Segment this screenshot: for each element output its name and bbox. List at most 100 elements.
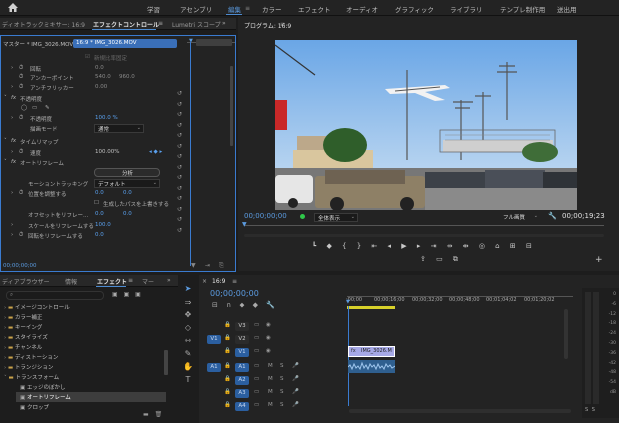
tab-effects[interactable]: エフェクト xyxy=(97,277,127,286)
panel-menu-icon[interactable]: ≡ xyxy=(158,20,163,27)
rotation-value[interactable]: 0.0 xyxy=(95,65,104,71)
razor-tool-icon[interactable]: ◇ xyxy=(182,323,194,335)
expand-icon[interactable]: › xyxy=(11,84,13,90)
motion-tracking-dropdown[interactable]: デフォルト ⌄ xyxy=(94,179,160,188)
position-y-value[interactable]: 0.0 xyxy=(123,190,132,196)
workspace-tab-edit[interactable]: 編集 xyxy=(228,4,241,14)
timeline-timecode[interactable]: 00;00;00;00 xyxy=(210,289,259,298)
track-v1[interactable]: 🔒 V1 ▭ ◉ xyxy=(204,348,346,359)
expand-icon[interactable]: › xyxy=(11,232,13,238)
stopwatch-icon[interactable]: ⏱ xyxy=(19,84,23,91)
video-clip[interactable]: fx IMG_3026.M xyxy=(348,346,395,357)
filter-icon[interactable]: ▼ xyxy=(191,262,196,269)
fx-icon[interactable]: fx xyxy=(11,95,16,101)
new-bin-icon[interactable]: ▬ 🗑 xyxy=(143,411,162,418)
workspace-menu-icon[interactable]: ≡ xyxy=(245,5,250,12)
home-icon[interactable] xyxy=(7,2,19,13)
workspace-tab-learn[interactable]: 学習 xyxy=(147,4,160,14)
expand-icon[interactable]: › xyxy=(11,222,13,228)
rotation-reframe-value[interactable]: 0.0 xyxy=(95,232,104,238)
selection-tool-icon[interactable]: ➤ xyxy=(182,284,194,296)
program-scrub-bar[interactable] xyxy=(244,225,604,226)
transport-controls[interactable]: ┗ ◆ { } ⇤ ◂ ▶ ▸ ⇥ ⇸ ⇹ ◎ ⌂ ⊞ ⊟ xyxy=(312,242,582,252)
expand-icon[interactable]: › xyxy=(11,190,13,196)
loop-icon[interactable]: ⎘ xyxy=(219,262,224,270)
add-button-icon[interactable]: + xyxy=(595,255,603,265)
track-v2[interactable]: 🔒 V2 ▭ ◉ xyxy=(204,335,346,346)
panel-menu-icon[interactable]: ≡ xyxy=(232,278,237,285)
panel-menu-icon[interactable]: ≡ xyxy=(128,277,133,284)
rect-mask-icon[interactable]: ▭ xyxy=(32,105,37,111)
sequence-tab[interactable]: 16:9 xyxy=(212,278,225,285)
timeline-tool-icons[interactable]: ⊟ ∩ ⬥ ◆ 🔧 xyxy=(212,301,275,310)
track-select-tool-icon[interactable]: ⇒ xyxy=(182,298,194,310)
program-timecode[interactable]: 00;00;00;00 xyxy=(244,212,287,220)
tab-media-browser[interactable]: ディアブラウザー xyxy=(2,277,50,286)
list-item[interactable]: ˅ ▬ トランスフォーム xyxy=(4,373,59,382)
tab-audio-mixer[interactable]: ディオトラックミキサー: 16:9 xyxy=(2,20,85,29)
track-a1[interactable]: 🔒 A1 ▭ M S 🎤 xyxy=(204,363,346,374)
track-a3[interactable]: 🔒 A3 ▭ M S 🎤 xyxy=(204,389,346,400)
fx-icon[interactable]: fx xyxy=(11,138,16,144)
ripple-edit-tool-icon[interactable]: ✥ xyxy=(182,310,194,322)
list-item[interactable]: › ▬ キーイング xyxy=(4,323,42,332)
pen-tool-icon[interactable]: ✎ xyxy=(182,349,194,361)
tab-lumetri-scopes[interactable]: Lumetri スコープ xyxy=(172,20,221,29)
vertical-scrollbar[interactable] xyxy=(564,309,568,359)
workspace-tab-libraries[interactable]: ライブラリ xyxy=(450,4,483,14)
override-checkbox[interactable]: ☐ xyxy=(94,200,99,206)
workspace-tab-graphics[interactable]: グラフィック xyxy=(395,4,434,14)
meter-solo-buttons[interactable]: S S xyxy=(585,407,595,413)
list-item[interactable]: › ▬ チャンネル xyxy=(4,343,42,352)
effect-panel-timecode[interactable]: 00;00;00;00 xyxy=(3,263,37,269)
program-playhead-icon[interactable]: ▼ xyxy=(242,221,247,228)
work-area-bar[interactable] xyxy=(347,306,395,309)
stopwatch-icon[interactable]: ⏱ xyxy=(19,115,23,122)
type-tool-icon[interactable]: T xyxy=(182,375,194,387)
keyframe-nav-icon[interactable]: ◂ ◆ ▸ xyxy=(149,149,162,155)
lock-ratio-checkbox[interactable]: ☑ xyxy=(85,54,90,60)
stopwatch-icon[interactable]: ⏱ xyxy=(19,190,23,197)
program-menu-icon[interactable]: ≡ xyxy=(280,21,285,28)
reset-icons-column[interactable]: ↺ ↺ ↺ ↺ ↺ ↺ ↺ ↺ ↺ ↺ ↺ ↺ ↺ ↺ xyxy=(177,89,185,239)
zoom-scrollbar[interactable] xyxy=(244,234,604,237)
antiflicker-value[interactable]: 0.00 xyxy=(95,84,107,90)
master-clip-label[interactable]: マスター * IMG_3026.MOV xyxy=(3,40,73,48)
list-item[interactable]: › ▬ ディストーション xyxy=(4,353,58,362)
close-icon[interactable]: × xyxy=(202,278,207,285)
panel-overflow-icon[interactable]: » xyxy=(222,20,226,27)
scrollbar[interactable] xyxy=(230,66,233,146)
stopwatch-icon[interactable]: ⏱ xyxy=(19,232,23,239)
workspace-tab-output[interactable]: 送出用 xyxy=(557,4,577,14)
expand-icon[interactable]: › xyxy=(11,65,13,71)
pen-mask-icon[interactable]: ✎ xyxy=(45,105,50,111)
expand-icon[interactable]: › xyxy=(11,115,13,121)
track-v3[interactable]: 🔒 V3 ▭ ◉ xyxy=(204,322,346,333)
scrollbar[interactable] xyxy=(164,350,168,375)
workspace-tab-template[interactable]: テンプレ制作用 xyxy=(500,4,545,14)
timeline-playhead-icon[interactable]: ▼ xyxy=(346,299,350,305)
effects-search-input[interactable]: ⌕ xyxy=(6,291,104,300)
clip-selector[interactable]: 16:9 * IMG_3026.MOV xyxy=(73,39,177,48)
anchor-x-value[interactable]: 540.0 xyxy=(95,74,111,80)
panel-overflow-icon[interactable]: » xyxy=(167,277,171,284)
workspace-tab-color[interactable]: カラー xyxy=(262,4,282,14)
tab-effect-controls[interactable]: エフェクトコントロール xyxy=(93,20,159,29)
wrench-icon[interactable]: 🔧 xyxy=(548,212,557,220)
list-item[interactable]: ▣ エッジのぼかし xyxy=(20,383,65,392)
collapse-icon[interactable]: ˅ xyxy=(4,159,7,165)
tab-info[interactable]: 情報 xyxy=(65,277,77,286)
list-item[interactable]: ▣ クロップ xyxy=(20,403,49,412)
quality-dropdown[interactable]: フル画質 ⌄ xyxy=(502,213,540,222)
anchor-y-value[interactable]: 960.0 xyxy=(119,74,135,80)
ellipse-mask-icon[interactable]: ◯ xyxy=(21,105,27,111)
collapse-icon[interactable]: ˅ xyxy=(4,95,7,101)
workspace-tab-assembly[interactable]: アセンブリ xyxy=(180,4,212,14)
opacity-value[interactable]: 100.0 % xyxy=(95,115,118,121)
workspace-tab-audio[interactable]: オーディオ xyxy=(346,4,378,14)
speed-value[interactable]: 100.00% xyxy=(95,149,119,155)
list-item[interactable]: › ▬ カラー補正 xyxy=(4,313,42,322)
list-item[interactable]: › ▬ イメージコントロール xyxy=(4,303,70,312)
stopwatch-icon[interactable]: ⏱ xyxy=(19,149,23,156)
effect-filter-icons[interactable]: ▣ ▣ ▣ xyxy=(112,291,141,298)
